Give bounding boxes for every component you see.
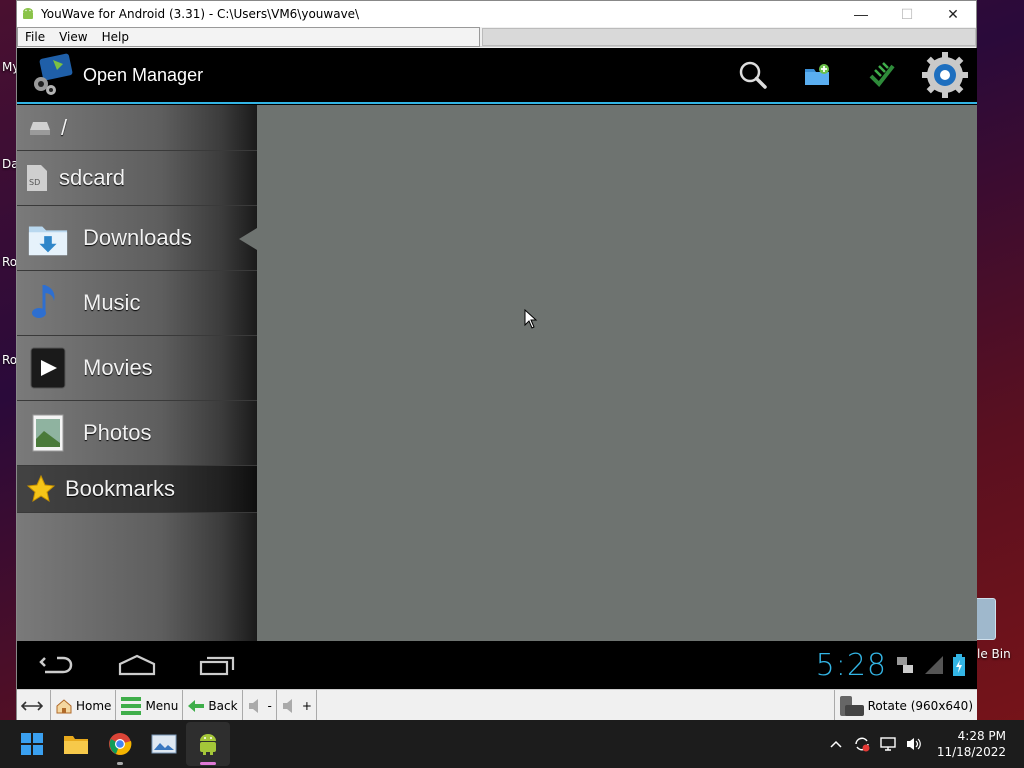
drawer-item-bookmarks[interactable]: Bookmarks (17, 466, 257, 513)
back-arrow-icon (187, 699, 205, 713)
drawer-item-downloads[interactable]: Downloads (17, 206, 257, 271)
settings-icon[interactable] (913, 48, 977, 102)
drawer-item-label: / (61, 114, 68, 140)
drawer-item-label: Movies (83, 355, 153, 380)
android-screen: Open Manager / SD sdcard Downloads Music… (17, 48, 977, 689)
speaker-icon (281, 698, 299, 714)
drawer-item-label: Bookmarks (65, 476, 176, 501)
taskbar-time: 4:28 PM (957, 729, 1006, 743)
photos-icon (27, 412, 69, 454)
status-area: 5:28 (816, 648, 977, 683)
network-icon (897, 657, 913, 673)
app-icon[interactable] (849, 48, 913, 102)
mouse-cursor-icon (524, 309, 538, 329)
sdcard-icon: SD (25, 163, 49, 193)
drive-icon (27, 115, 53, 141)
volume-up-label: + (301, 698, 312, 713)
action-bar: Open Manager (17, 48, 977, 104)
recent-apps-nav-icon[interactable] (177, 641, 257, 689)
desktop-icon-label[interactable]: Ro (2, 255, 17, 269)
selected-indicator (239, 228, 257, 250)
desktop-icon-label[interactable]: Ro (2, 353, 17, 367)
menu-bar-empty-area (482, 27, 976, 46)
star-icon (27, 475, 55, 503)
menu-button[interactable]: Menu (116, 690, 184, 721)
rotate-label: Rotate (960x640) (867, 698, 973, 713)
action-bar-title: Open Manager (83, 64, 204, 85)
chrome-icon[interactable] (98, 722, 142, 766)
action-bar-actions (721, 48, 977, 102)
drawer-item-label: Downloads (83, 225, 192, 250)
volume-down-button[interactable]: - (243, 690, 277, 721)
drawer-item-label: sdcard (59, 165, 126, 190)
rotate-button[interactable]: Rotate (960x640) (833, 690, 977, 721)
music-note-icon (27, 282, 69, 324)
system-tray: 4:28 PM 11/18/2022 (823, 728, 1024, 760)
menu-group: File View Help (17, 26, 480, 47)
menu-help[interactable]: Help (95, 30, 136, 44)
window-title: YouWave for Android (3.31) - C:\Users\VM… (41, 7, 360, 21)
menu-list-icon (120, 695, 142, 717)
chevron-up-icon[interactable] (823, 740, 849, 748)
network-icon[interactable] (875, 736, 901, 752)
recycle-bin-label[interactable]: le Bin (977, 647, 1011, 661)
search-icon[interactable] (721, 48, 785, 102)
volume-down-label: - (267, 698, 272, 713)
file-content-area[interactable]: / SD sdcard Downloads Music Movies Photo… (17, 105, 977, 641)
menu-label: Menu (145, 698, 179, 713)
drawer-item-label: Photos (83, 420, 152, 445)
home-button[interactable]: Home (51, 690, 117, 721)
volume-up-button[interactable]: + (277, 690, 317, 721)
drawer-item-root[interactable]: / (17, 105, 257, 151)
android-app-icon (23, 8, 33, 19)
file-explorer-icon[interactable] (54, 722, 98, 766)
windows-start-icon[interactable] (10, 722, 54, 766)
home-icon (55, 698, 73, 714)
battery-charging-icon (953, 654, 965, 676)
svg-text:SD: SD (29, 178, 40, 187)
new-folder-icon[interactable] (785, 48, 849, 102)
menu-bar: File View Help (17, 26, 976, 47)
youwave-window: YouWave for Android (3.31) - C:\Users\VM… (16, 0, 977, 721)
open-manager-logo-icon[interactable] (29, 50, 79, 100)
active-indicator (200, 762, 216, 765)
android-nav-bar: 5:28 (17, 641, 977, 689)
home-label: Home (76, 698, 112, 713)
title-bar[interactable]: YouWave for Android (3.31) - C:\Users\VM… (17, 1, 976, 27)
drawer-item-movies[interactable]: Movies (17, 336, 257, 401)
sync-icon[interactable] (849, 735, 875, 753)
windows-taskbar: 4:28 PM 11/18/2022 (0, 720, 1024, 768)
close-button[interactable]: ✕ (930, 1, 976, 27)
volume-icon[interactable] (901, 736, 927, 752)
signal-icon (925, 656, 943, 674)
back-label: Back (208, 698, 238, 713)
menu-view[interactable]: View (52, 30, 94, 44)
drawer-item-photos[interactable]: Photos (17, 401, 257, 466)
drawer-item-sdcard[interactable]: SD sdcard (17, 151, 257, 206)
youwave-toolbar: Home Menu Back - + Rotate (960x640) (17, 689, 977, 721)
speaker-icon (247, 698, 265, 714)
home-nav-icon[interactable] (97, 641, 177, 689)
taskbar-date: 11/18/2022 (936, 745, 1006, 759)
android-clock: 5:28 (815, 647, 887, 683)
taskbar-clock[interactable]: 4:28 PM 11/18/2022 (937, 728, 1006, 760)
back-nav-icon[interactable] (17, 641, 97, 689)
movies-play-icon (27, 347, 69, 389)
back-button[interactable]: Back (183, 690, 243, 721)
resize-arrows-icon (21, 699, 43, 713)
image-viewer-icon[interactable] (142, 722, 186, 766)
resize-button[interactable] (17, 690, 51, 721)
drawer-item-music[interactable]: Music (17, 271, 257, 336)
drawer-item-label: Music (83, 290, 141, 315)
menu-file[interactable]: File (18, 30, 52, 44)
window-controls: — ☐ ✕ (838, 1, 976, 27)
android-icon[interactable] (186, 722, 230, 766)
maximize-button[interactable]: ☐ (884, 1, 930, 27)
running-indicator (117, 762, 123, 765)
downloads-folder-icon (27, 217, 69, 259)
navigation-drawer: / SD sdcard Downloads Music Movies Photo… (17, 105, 257, 641)
rotate-device-icon (839, 695, 865, 717)
minimize-button[interactable]: — (838, 1, 884, 27)
